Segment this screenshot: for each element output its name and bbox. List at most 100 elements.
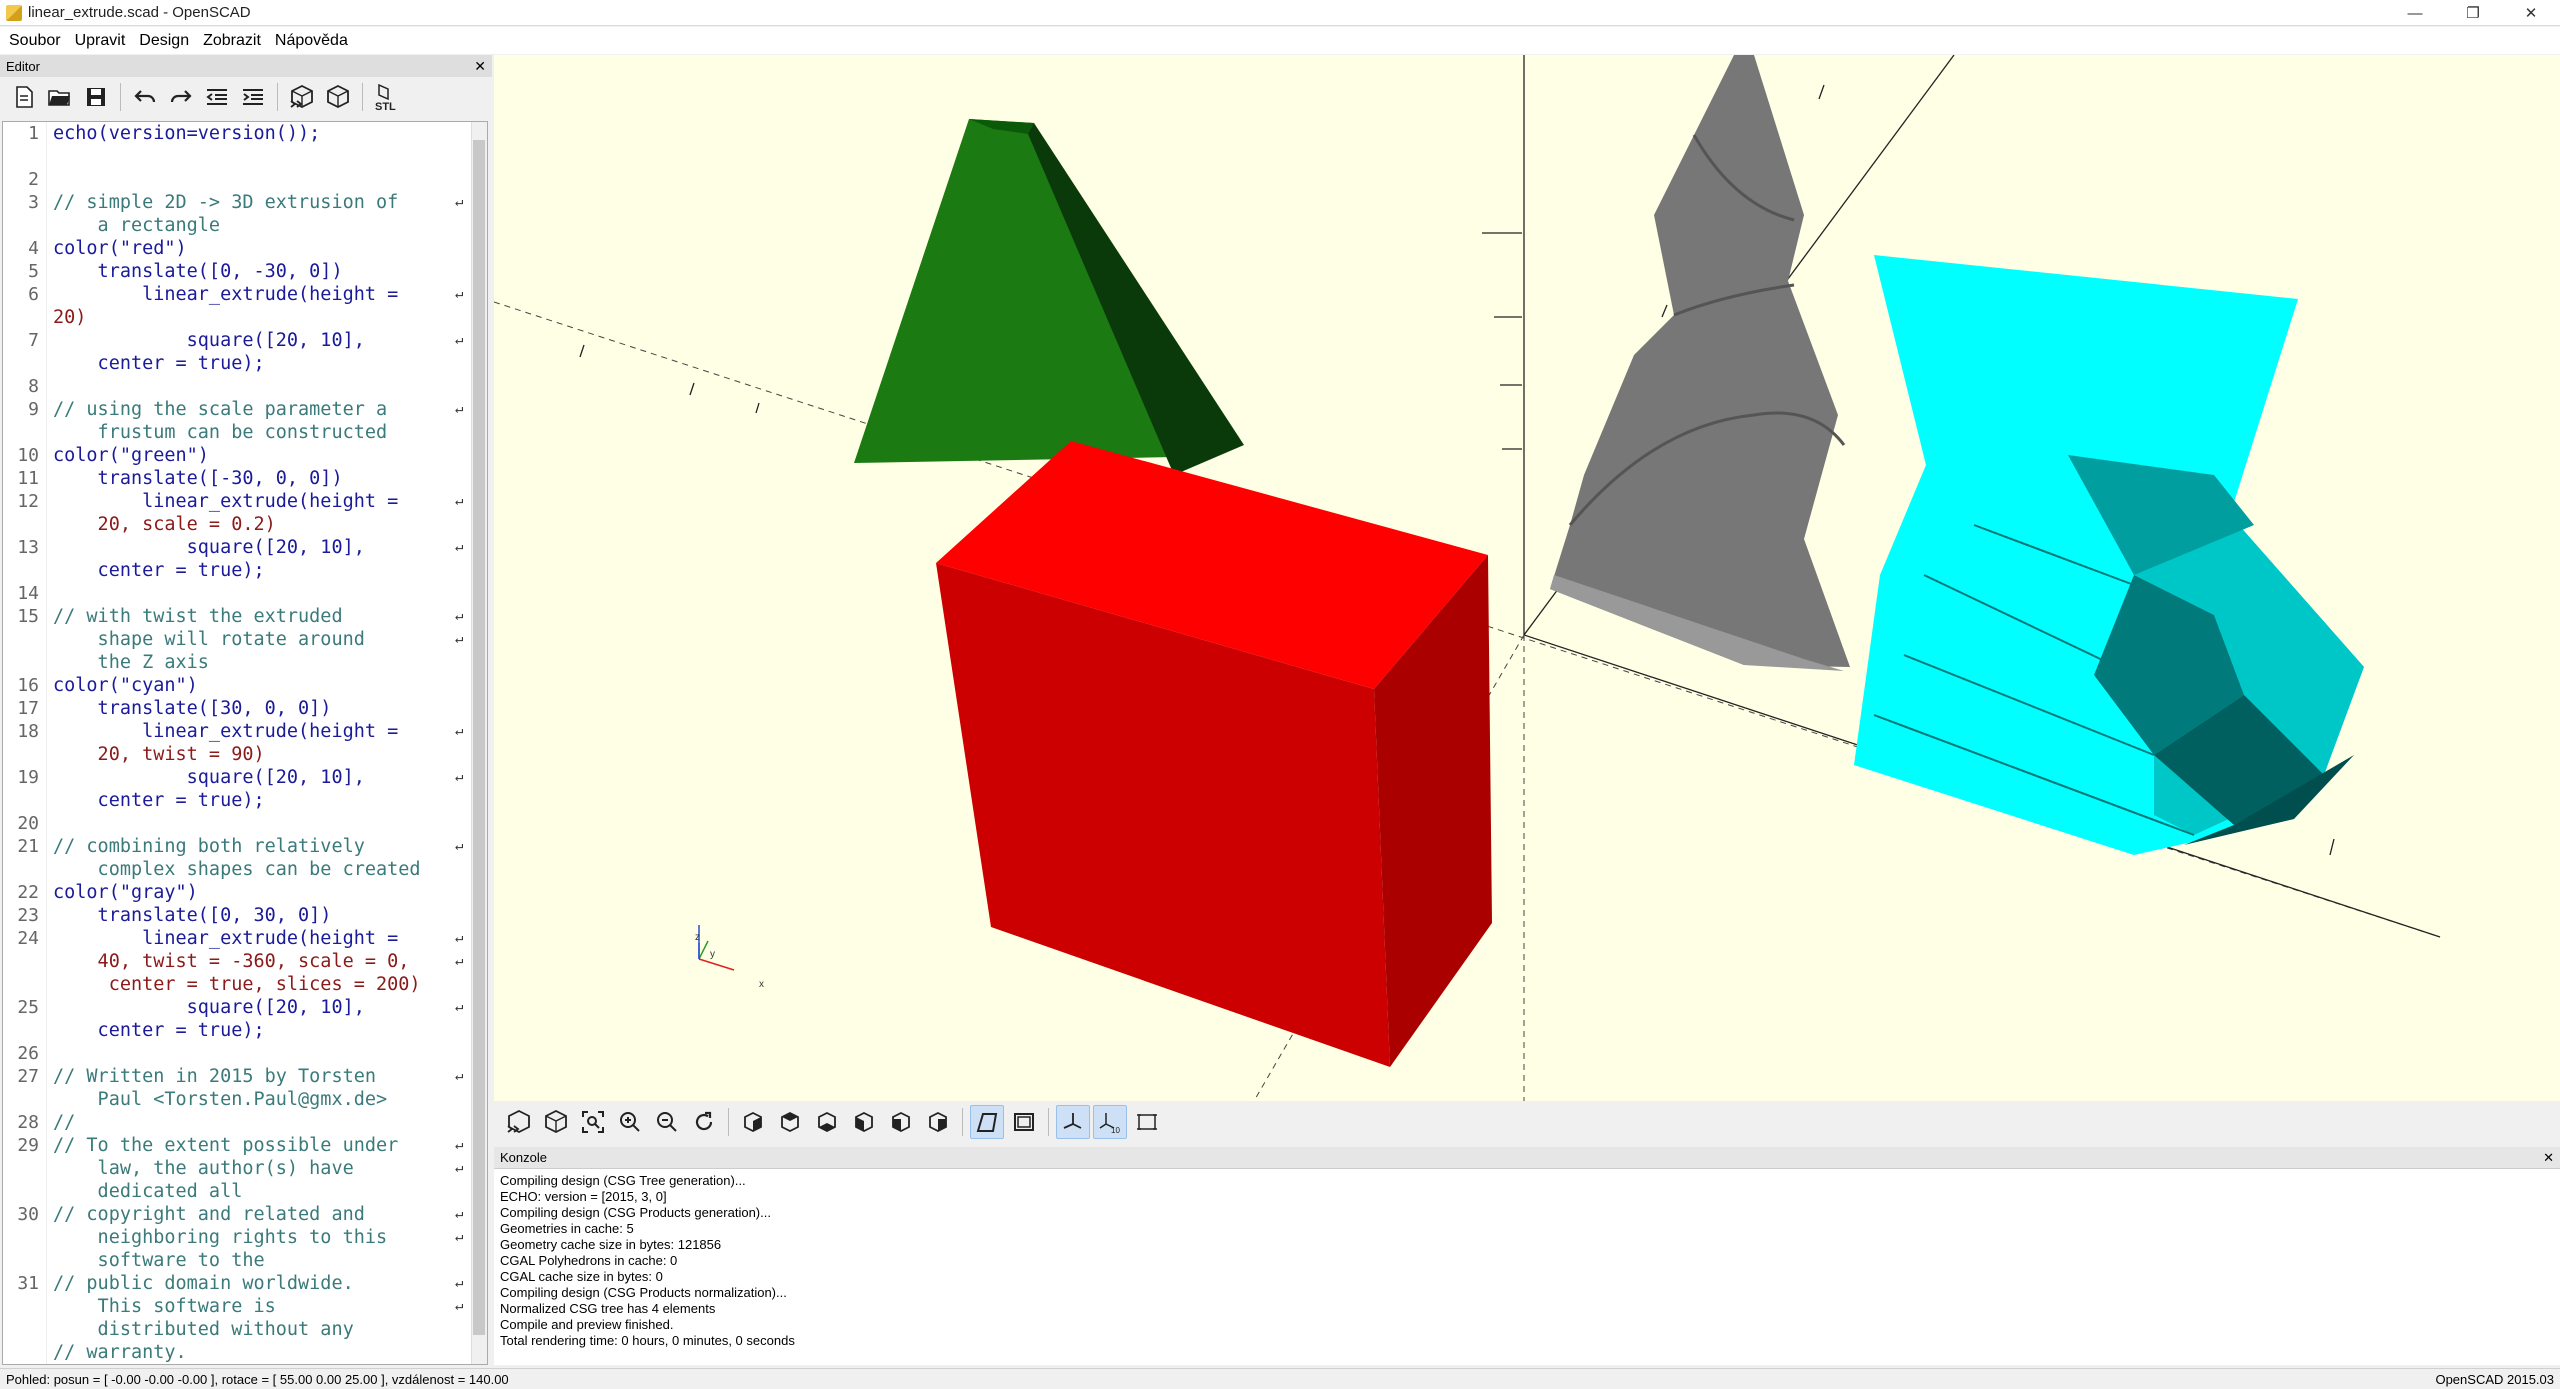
- code-line: 19 square([20, 10], ↵: [3, 766, 473, 789]
- console-line: Compiling design (CSG Tree generation)..…: [500, 1173, 746, 1188]
- code-line: 6 linear_extrude(height = ↵: [3, 283, 473, 306]
- code-line: 40, twist = -360, scale = 0, ↵: [3, 950, 473, 973]
- menu-upravit[interactable]: Upravit: [68, 27, 133, 54]
- code-line: 20): [3, 306, 473, 329]
- line-wrap-icon: ↵: [455, 608, 464, 624]
- code-line: 24 linear_extrude(height = ↵: [3, 927, 473, 950]
- show-edges-icon[interactable]: [1130, 1105, 1164, 1139]
- code-text: complex shapes can be created: [53, 859, 421, 880]
- undo-icon[interactable]: [129, 81, 161, 113]
- line-number: 28: [17, 1112, 39, 1133]
- view-left-icon[interactable]: [847, 1105, 881, 1139]
- version-label: OpenSCAD 2015.03: [2435, 1371, 2554, 1387]
- menu-napoveda[interactable]: Nápověda: [268, 27, 355, 54]
- editor-scrollbar[interactable]: [471, 122, 487, 1364]
- perspective-icon[interactable]: [970, 1105, 1004, 1139]
- code-line: 17 translate([30, 0, 0]): [3, 697, 473, 720]
- line-number: 1: [28, 123, 39, 144]
- render-icon[interactable]: [539, 1105, 573, 1139]
- show-scale-markers-icon[interactable]: 10: [1093, 1105, 1127, 1139]
- line-wrap-icon: ↵: [455, 194, 464, 210]
- line-number: 31: [17, 1273, 39, 1294]
- line-wrap-icon: ↵: [455, 539, 464, 555]
- line-wrap-icon: ↵: [455, 999, 464, 1015]
- line-number: 18: [17, 721, 39, 742]
- console-title-bar: Konzole ✕: [494, 1147, 2560, 1169]
- code-line: 25 square([20, 10], ↵: [3, 996, 473, 1019]
- orthogonal-icon[interactable]: [1007, 1105, 1041, 1139]
- console-close-button[interactable]: ✕: [2543, 1150, 2554, 1166]
- code-text: color("cyan"): [53, 675, 198, 696]
- code-line: 31 // public domain worldwide. ↵: [3, 1272, 473, 1295]
- editor-close-button[interactable]: ✕: [474, 58, 486, 75]
- zoom-in-icon[interactable]: [613, 1105, 647, 1139]
- menu-soubor[interactable]: Soubor: [2, 27, 68, 54]
- reset-view-icon[interactable]: [687, 1105, 721, 1139]
- line-wrap-icon: ↵: [455, 1068, 464, 1084]
- line-number: 10: [17, 445, 39, 466]
- indent-icon[interactable]: [237, 81, 269, 113]
- line-number: 26: [17, 1043, 39, 1064]
- new-icon[interactable]: [8, 81, 40, 113]
- menu-zobrazit[interactable]: Zobrazit: [196, 27, 268, 54]
- code-line: Paul <Torsten.Paul@gmx.de>: [3, 1088, 473, 1111]
- show-axes-icon[interactable]: [1056, 1105, 1090, 1139]
- openscad-app-icon: [6, 4, 22, 21]
- code-text: center = true);: [53, 790, 265, 811]
- code-text: center = true, slices = 200): [53, 974, 421, 995]
- close-window-button[interactable]: ✕: [2502, 0, 2560, 26]
- unindent-icon[interactable]: [201, 81, 233, 113]
- code-line: 3 // simple 2D -> 3D extrusion of ↵: [3, 191, 473, 214]
- redo-icon[interactable]: [165, 81, 197, 113]
- status-bar: Pohled: posun = [ -0.00 -0.00 -0.00 ], r…: [0, 1368, 2560, 1389]
- code-text: dedicated all: [53, 1181, 243, 1202]
- code-line: 10 color("green"): [3, 444, 473, 467]
- code-line: 20, twist = 90): [3, 743, 473, 766]
- view-back-icon[interactable]: [921, 1105, 955, 1139]
- code-text: distributed without any: [53, 1319, 354, 1340]
- toolbar-separator: [120, 83, 121, 111]
- code-text: 40, twist = -360, scale = 0,: [53, 951, 410, 972]
- code-line: shape will rotate around ↵: [3, 628, 473, 651]
- minimize-button[interactable]: —: [2386, 0, 2444, 26]
- preview-icon[interactable]: [286, 81, 318, 113]
- editor-scrollbar-thumb[interactable]: [473, 140, 485, 1335]
- render-icon[interactable]: [322, 81, 354, 113]
- code-text: translate([0, -30, 0]): [53, 261, 343, 282]
- save-icon[interactable]: [80, 81, 112, 113]
- code-text: This software is: [53, 1296, 276, 1317]
- line-wrap-icon: ↵: [455, 1206, 464, 1222]
- console-line: CGAL Polyhedrons in cache: 0: [500, 1253, 678, 1268]
- zoom-out-icon[interactable]: [650, 1105, 684, 1139]
- code-text: square([20, 10],: [53, 537, 365, 558]
- code-text: Paul <Torsten.Paul@gmx.de>: [53, 1089, 388, 1110]
- console-line: Normalized CSG tree has 4 elements: [500, 1301, 716, 1316]
- editor-toolbar: STL: [0, 77, 492, 117]
- view-right-icon[interactable]: [736, 1105, 770, 1139]
- preview-icon[interactable]: [502, 1105, 536, 1139]
- menu-design[interactable]: Design: [132, 27, 196, 54]
- 3d-viewport[interactable]: z y x: [494, 55, 2560, 1101]
- line-wrap-icon: ↵: [455, 332, 464, 348]
- code-line: 4 color("red"): [3, 237, 473, 260]
- code-line: center = true);: [3, 789, 473, 812]
- code-text: center = true);: [53, 560, 265, 581]
- view-bottom-icon[interactable]: [810, 1105, 844, 1139]
- line-number: 14: [17, 583, 39, 604]
- open-icon[interactable]: [44, 81, 76, 113]
- code-line: 21 // combining both relatively ↵: [3, 835, 473, 858]
- code-text: square([20, 10],: [53, 767, 365, 788]
- code-text: // warranty.: [53, 1342, 187, 1363]
- code-text: // combining both relatively: [53, 836, 365, 857]
- code-editor[interactable]: 1 echo(version=version()); 2 3 // simple 2D …: [2, 121, 488, 1365]
- view-all-icon[interactable]: [576, 1105, 610, 1139]
- view-top-icon[interactable]: [773, 1105, 807, 1139]
- axis-label-z: z: [695, 932, 700, 943]
- view-front-icon[interactable]: [884, 1105, 918, 1139]
- code-line: distributed without any: [3, 1318, 473, 1341]
- maximize-button[interactable]: ❐: [2444, 0, 2502, 26]
- svg-text:STL: STL: [375, 101, 396, 111]
- export-stl-icon[interactable]: STL: [371, 81, 403, 113]
- line-wrap-icon: ↵: [455, 631, 464, 647]
- line-number: 11: [17, 468, 39, 489]
